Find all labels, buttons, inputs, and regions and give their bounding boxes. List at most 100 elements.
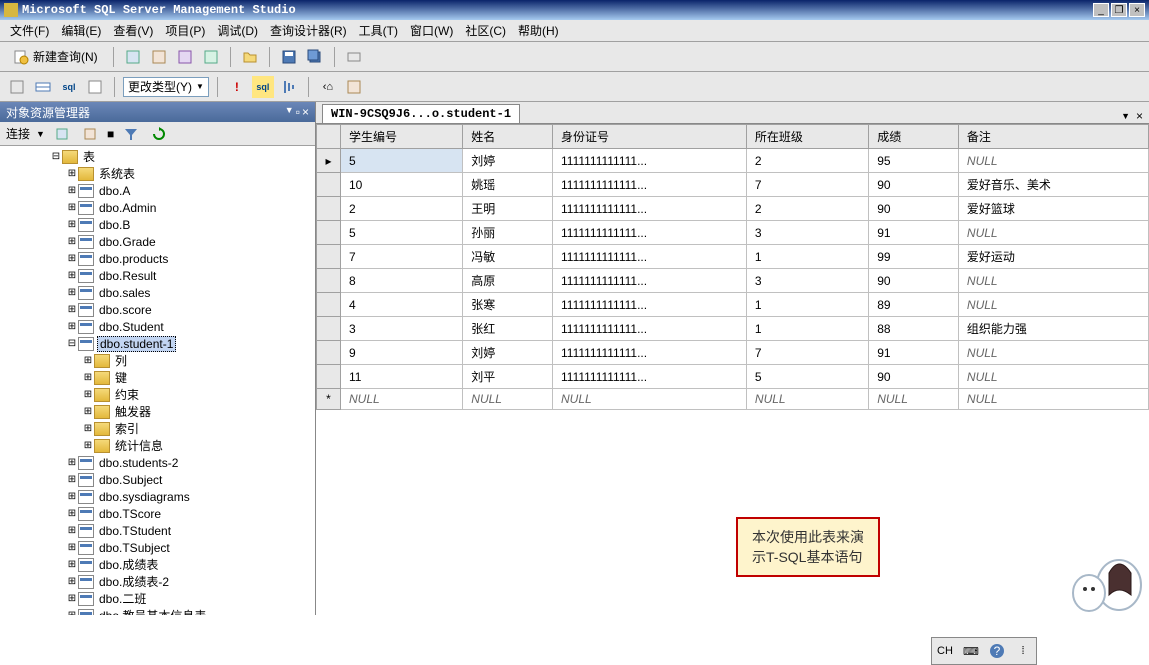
tb-btn-2[interactable] [148,46,170,68]
tree-expander[interactable]: ⊞ [66,185,78,197]
tree-node[interactable]: ⊞dbo.成绩表-2 [0,573,315,590]
tree-node[interactable]: ⊟dbo.student-1 [0,335,315,352]
table-row[interactable]: 2王明1111111111111...290爱好篮球 [317,197,1149,221]
oe-btn-2[interactable] [79,123,101,145]
tree-node[interactable]: ⊞dbo.products [0,250,315,267]
tree-expander[interactable]: ⊞ [66,576,78,588]
tb2-btn-9[interactable] [343,76,365,98]
cell[interactable]: 95 [869,149,959,173]
open-button[interactable] [239,46,261,68]
cell[interactable]: 高原 [463,269,553,293]
menu-w[interactable]: 窗口(W) [404,20,459,41]
column-header[interactable]: 备注 [958,125,1148,149]
tree-node[interactable]: ⊞dbo.TScore [0,505,315,522]
tree-node[interactable]: ⊞列 [0,352,315,369]
tb-btn-3[interactable] [174,46,196,68]
cell[interactable]: 刘婷 [463,149,553,173]
table-row[interactable]: ▸5刘婷1111111111111...295NULL [317,149,1149,173]
cell[interactable]: 张红 [463,317,553,341]
column-header[interactable]: 学生编号 [341,125,463,149]
cell[interactable]: NULL [958,221,1148,245]
tb-btn-5[interactable] [343,46,365,68]
column-header[interactable]: 姓名 [463,125,553,149]
cell[interactable]: 3 [746,221,868,245]
tree-expander[interactable]: ⊟ [66,338,78,350]
tree-expander[interactable]: ⊞ [82,423,94,435]
menu-c[interactable]: 社区(C) [459,20,512,41]
panel-dropdown-icon[interactable]: ▼ [285,105,294,119]
cell[interactable]: 90 [869,269,959,293]
row-header[interactable] [317,197,341,221]
cell[interactable]: 爱好运动 [958,245,1148,269]
cell[interactable]: 1111111111111... [553,365,747,389]
tree-expander[interactable]: ⊞ [82,406,94,418]
cell[interactable]: 王明 [463,197,553,221]
tree-node[interactable]: ⊞dbo.B [0,216,315,233]
tree-expander[interactable]: ⊞ [66,270,78,282]
tree-expander[interactable]: ⊞ [66,253,78,265]
tree-node[interactable]: ⊞dbo.Grade [0,233,315,250]
tree-node[interactable]: ⊞dbo.sales [0,284,315,301]
menu-h[interactable]: 帮助(H) [512,20,565,41]
oe-btn-1[interactable] [51,123,73,145]
cell[interactable]: 4 [341,293,463,317]
cell[interactable]: 91 [869,341,959,365]
tree-expander[interactable]: ⊞ [66,610,78,616]
cell[interactable]: 1111111111111... [553,269,747,293]
cell[interactable]: NULL [341,389,463,410]
menu-t[interactable]: 工具(T) [353,20,404,41]
tree-node[interactable]: ⊟表 [0,148,315,165]
table-row[interactable]: 11刘平1111111111111...590NULL [317,365,1149,389]
cell[interactable]: 1111111111111... [553,149,747,173]
column-header[interactable]: 成绩 [869,125,959,149]
tree-expander[interactable]: ⊞ [66,491,78,503]
cell[interactable]: NULL [958,293,1148,317]
tree-expander[interactable]: ⊞ [66,508,78,520]
tree-node[interactable]: ⊞dbo.成绩表 [0,556,315,573]
tree-node[interactable]: ⊞约束 [0,386,315,403]
cell[interactable]: 90 [869,365,959,389]
cell[interactable]: 冯敏 [463,245,553,269]
tree-node[interactable]: ⊞dbo.Student [0,318,315,335]
menu-d[interactable]: 调试(D) [211,20,264,41]
cell[interactable]: 9 [341,341,463,365]
cell[interactable]: 孙丽 [463,221,553,245]
cell[interactable]: 张寒 [463,293,553,317]
tree-node[interactable]: ⊞dbo.A [0,182,315,199]
table-row[interactable]: 8高原1111111111111...390NULL [317,269,1149,293]
cell[interactable]: 刘婷 [463,341,553,365]
cell[interactable]: NULL [463,389,553,410]
cell[interactable]: 11 [341,365,463,389]
menu-f[interactable]: 文件(F) [4,20,55,41]
tree-expander[interactable]: ⊞ [66,542,78,554]
cell[interactable]: 88 [869,317,959,341]
tree-node[interactable]: ⊞dbo.TSubject [0,539,315,556]
table-row[interactable]: 10姚瑶1111111111111...790爱好音乐、美术 [317,173,1149,197]
cell[interactable]: 1 [746,293,868,317]
data-grid[interactable]: 学生编号姓名身份证号所在班级成绩备注▸5刘婷1111111111111...29… [316,124,1149,410]
cell[interactable]: 7 [746,341,868,365]
close-button[interactable]: × [1129,3,1145,17]
tree-node[interactable]: ⊞索引 [0,420,315,437]
row-header[interactable]: ▸ [317,149,341,173]
tree-node[interactable]: ⊞dbo.students-2 [0,454,315,471]
cell[interactable]: NULL [746,389,868,410]
new-query-button[interactable]: 新建查询(N) [6,46,105,68]
ime-btn-3[interactable]: ⁞ [1012,640,1034,662]
tree-expander[interactable]: ⊞ [82,389,94,401]
tab-close-icon[interactable]: × [1136,109,1143,123]
menu-v[interactable]: 查看(V) [107,20,159,41]
tb2-btn-8[interactable]: ‹⌂ [317,76,339,98]
cell[interactable]: 5 [746,365,868,389]
cell[interactable]: 1111111111111... [553,245,747,269]
cell[interactable]: 7 [746,173,868,197]
cell[interactable]: 2 [746,149,868,173]
menu-r[interactable]: 查询设计器(R) [264,20,353,41]
ime-btn-0[interactable]: CH [934,640,956,662]
cell[interactable]: 2 [746,197,868,221]
table-row[interactable]: 5孙丽1111111111111...391NULL [317,221,1149,245]
tree-node[interactable]: ⊞触发器 [0,403,315,420]
table-row[interactable]: 9刘婷1111111111111...791NULL [317,341,1149,365]
cell[interactable]: 1111111111111... [553,221,747,245]
tree-expander[interactable]: ⊞ [66,304,78,316]
